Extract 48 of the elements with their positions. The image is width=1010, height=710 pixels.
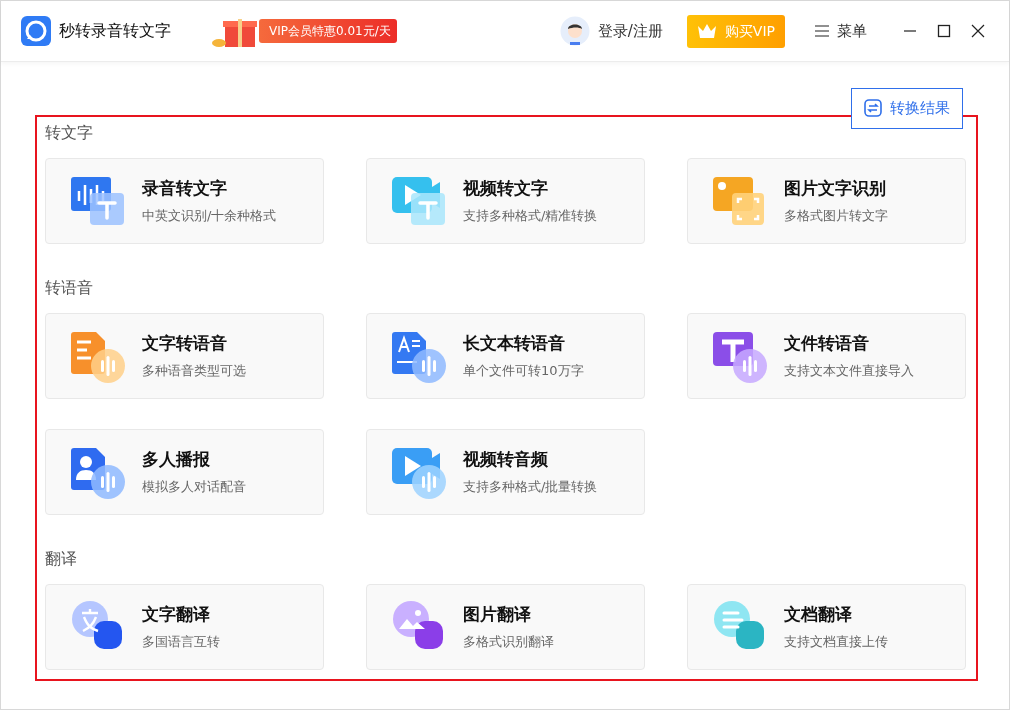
menu-button[interactable]: 菜单: [809, 17, 873, 45]
card-subtitle: 多格式图片转文字: [784, 206, 888, 225]
card-title: 文字翻译: [142, 603, 211, 626]
feature-card[interactable]: 视频转文字 支持多种格式/精准转换: [366, 157, 645, 244]
menu-icon: [815, 24, 829, 38]
card-title: 视频转文字: [463, 177, 549, 200]
card-subtitle: 多国语言互转: [142, 632, 220, 651]
card-subtitle: 支持多种格式/精准转换: [463, 206, 598, 225]
feature-card[interactable]: 长文本转语音 单个文件可转10万字: [366, 312, 645, 399]
card-subtitle: 多格式识别翻译: [463, 632, 554, 651]
card-title: 长文本转语音: [463, 332, 566, 355]
card-subtitle: 支持文档直接上传: [784, 632, 888, 651]
card-title: 文字转语音: [142, 332, 228, 355]
card-subtitle: 模拟多人对话配音: [142, 477, 246, 496]
swap-icon: [864, 99, 882, 118]
feature-card[interactable]: 文字翻译 多国语言互转: [45, 583, 324, 670]
section-title: 转文字: [45, 121, 94, 144]
feature-card[interactable]: 文字转语音 多种语音类型可选: [45, 312, 324, 399]
section-title: 转语音: [45, 276, 94, 299]
conversion-results-button[interactable]: 转换结果: [851, 88, 963, 129]
section-title: 翻译: [45, 547, 78, 570]
feature-card[interactable]: 多人播报 模拟多人对话配音: [45, 428, 324, 515]
app-logo-icon: [21, 16, 51, 46]
promo-banner[interactable]: VIP会员特惠0.01元/天: [259, 19, 397, 43]
feature-card[interactable]: 图片文字识别 多格式图片转文字: [687, 157, 966, 244]
card-title: 多人播报: [142, 448, 211, 471]
maximize-icon: [937, 24, 951, 38]
login-link[interactable]: 登录/注册: [559, 16, 663, 46]
card-subtitle: 支持多种格式/批量转换: [463, 477, 598, 496]
card-title: 视频转音频: [463, 448, 549, 471]
feature-card[interactable]: 文件转语音 支持文本文件直接导入: [687, 312, 966, 399]
feature-card[interactable]: 文档翻译 支持文档直接上传: [687, 583, 966, 670]
card-subtitle: 支持文本文件直接导入: [784, 361, 914, 380]
feature-card[interactable]: 视频转音频 支持多种格式/批量转换: [366, 428, 645, 515]
card-title: 图片翻译: [463, 603, 532, 626]
card-title: 文件转语音: [784, 332, 870, 355]
avatar-icon: [559, 16, 590, 46]
card-title: 录音转文字: [142, 177, 228, 200]
app-title: 秒转录音转文字: [59, 20, 171, 42]
crown-icon: [696, 23, 717, 39]
card-subtitle: 多种语音类型可选: [142, 361, 246, 380]
feature-card[interactable]: 图片翻译 多格式识别翻译: [366, 583, 645, 670]
card-subtitle: 单个文件可转10万字: [463, 361, 584, 380]
close-icon: [971, 24, 985, 38]
card-title: 文档翻译: [784, 603, 853, 626]
feature-card[interactable]: 录音转文字 中英文识别/十余种格式: [45, 157, 324, 244]
card-subtitle: 中英文识别/十余种格式: [142, 206, 277, 225]
card-title: 图片文字识别: [784, 177, 887, 200]
